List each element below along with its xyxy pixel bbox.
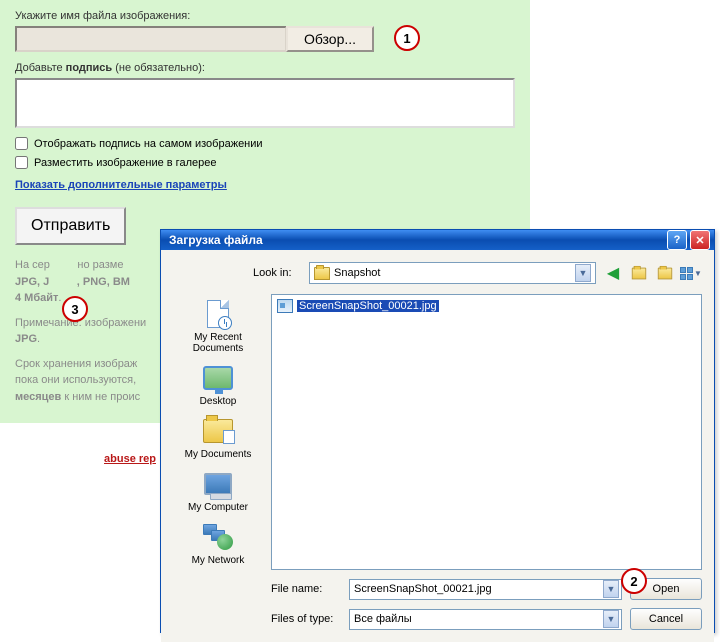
help-button[interactable]: ? (667, 230, 687, 250)
file-path-input[interactable] (15, 26, 287, 52)
checkbox-gallery-label: Разместить изображение в галерее (34, 157, 216, 169)
dialog-title: Загрузка файла (169, 233, 664, 247)
checkbox-gallery[interactable] (15, 156, 28, 169)
annotation-badge-2: 2 (621, 568, 647, 594)
place-desktop[interactable]: Desktop (200, 362, 237, 407)
chevron-down-icon: ▼ (603, 610, 619, 628)
show-params-link[interactable]: Показать дополнительные параметры (15, 179, 515, 191)
places-bar: My Recent Documents Desktop My Documents… (173, 294, 263, 570)
computer-icon (204, 473, 232, 495)
filetype-combo[interactable]: Все файлы ▼ (349, 609, 622, 630)
lookin-label: Look in: (253, 267, 303, 279)
chevron-down-icon: ▼ (575, 264, 591, 282)
place-mycomputer[interactable]: My Computer (188, 468, 248, 513)
folder-icon (314, 267, 330, 280)
checkbox-on-image[interactable] (15, 137, 28, 150)
cancel-button[interactable]: Cancel (630, 608, 702, 630)
image-file-icon (277, 299, 293, 313)
lookin-dropdown[interactable]: Snapshot ▼ (309, 262, 596, 284)
submit-button[interactable]: Отправить (15, 207, 126, 245)
caption-textarea[interactable] (15, 78, 515, 128)
back-icon[interactable]: ◀ (602, 262, 624, 284)
file-item[interactable]: ScreenSnapShot_00021.jpg (275, 298, 698, 314)
folder-icon (203, 419, 233, 443)
browse-button[interactable]: Обзор... (286, 26, 374, 52)
file-list[interactable]: ScreenSnapShot_00021.jpg (271, 294, 702, 570)
place-mydocs[interactable]: My Documents (185, 415, 252, 460)
annotation-badge-1: 1 (394, 25, 420, 51)
place-recent[interactable]: My Recent Documents (193, 298, 244, 354)
filename-combo[interactable]: ScreenSnapShot_00021.jpg ▼ (349, 579, 622, 600)
checkbox-on-image-label: Отображать подпись на самом изображении (34, 138, 263, 150)
new-folder-icon[interactable] (654, 262, 676, 284)
file-field-label: Укажите имя файла изображения: (15, 10, 515, 22)
dialog-titlebar[interactable]: Загрузка файла ? ✕ (161, 230, 714, 250)
chevron-down-icon: ▼ (603, 580, 619, 598)
filetype-label: Files of type: (271, 613, 341, 625)
filename-label: File name: (271, 583, 341, 595)
caption-label: Добавьте подпись (не обязательно): (15, 62, 515, 74)
annotation-badge-3: 3 (62, 296, 88, 322)
clock-icon (218, 316, 232, 330)
close-button[interactable]: ✕ (690, 230, 710, 250)
up-one-level-icon[interactable] (628, 262, 650, 284)
document-icon (207, 300, 229, 328)
place-network[interactable]: My Network (192, 521, 245, 566)
lookin-value: Snapshot (334, 267, 571, 279)
views-icon[interactable]: ▼ (680, 262, 702, 284)
network-icon (203, 524, 233, 550)
desktop-icon (203, 366, 233, 390)
